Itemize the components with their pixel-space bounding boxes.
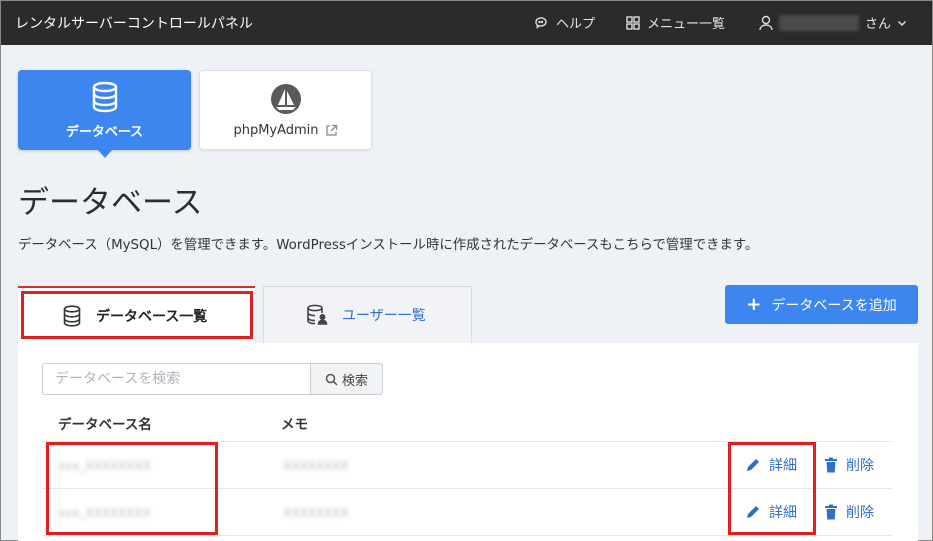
delete-label: 削除 bbox=[846, 505, 874, 521]
row-divider bbox=[42, 488, 892, 489]
database-list-panel: 検索 データベース名 メモ xxx_XXXXXXXX XXXXXXXX 詳細 削… bbox=[18, 343, 918, 541]
database-user-icon bbox=[306, 304, 328, 326]
plus-icon: + bbox=[746, 293, 762, 315]
table-row-1-memo: XXXXXXXX bbox=[283, 459, 349, 473]
page-title: データベース bbox=[18, 185, 203, 221]
help-link[interactable]: ヘルプ bbox=[534, 13, 595, 32]
detail-button[interactable]: 詳細 bbox=[745, 455, 797, 475]
phpmyadmin-text: phpMyAdmin bbox=[233, 122, 319, 138]
app-card-phpmyadmin-label: phpMyAdmin bbox=[233, 123, 337, 138]
pencil-icon bbox=[745, 504, 761, 520]
search-button-label: 検索 bbox=[341, 373, 368, 389]
row-divider bbox=[42, 535, 892, 536]
external-link-icon bbox=[325, 124, 338, 137]
tab-user-list-label: ユーザー一覧 bbox=[342, 308, 426, 324]
add-database-label: データベースを追加 bbox=[771, 297, 897, 314]
detail-label: 詳細 bbox=[769, 458, 797, 474]
table-row-2-name: xxx_XXXXXXXX bbox=[58, 506, 152, 520]
app-card-database-label: データベース bbox=[65, 124, 144, 140]
menu-list-link[interactable]: メニュー一覧 bbox=[625, 13, 725, 32]
app-title: レンタルサーバーコントロールパネル bbox=[15, 16, 253, 32]
delete-button[interactable]: 削除 bbox=[824, 502, 874, 522]
pencil-icon bbox=[745, 457, 761, 473]
delete-button[interactable]: 削除 bbox=[824, 455, 874, 475]
row-divider bbox=[42, 441, 892, 442]
database-icon bbox=[90, 81, 120, 113]
user-menu[interactable]: さん bbox=[759, 13, 907, 32]
grid-icon bbox=[625, 15, 641, 31]
chevron-down-icon bbox=[897, 18, 907, 28]
page-description: データベース（MySQL）を管理できます。WordPressインストール時に作成… bbox=[18, 238, 759, 253]
menu-label: メニュー一覧 bbox=[647, 17, 726, 32]
search-input[interactable] bbox=[42, 363, 310, 395]
table-row-2-memo: XXXXXXXX bbox=[283, 506, 349, 520]
detail-label: 詳細 bbox=[769, 505, 797, 521]
column-header-memo: メモ bbox=[281, 417, 308, 433]
tab-user-list[interactable]: ユーザー一覧 bbox=[263, 286, 472, 343]
app-card-phpmyadmin[interactable]: phpMyAdmin bbox=[199, 70, 372, 150]
tab-database-list-label: データベース一覧 bbox=[96, 308, 208, 325]
trash-icon bbox=[824, 504, 838, 520]
detail-button[interactable]: 詳細 bbox=[745, 502, 797, 522]
help-label: ヘルプ bbox=[556, 17, 596, 32]
chat-help-icon bbox=[534, 15, 550, 31]
trash-icon bbox=[824, 457, 838, 473]
table-row-1-name: xxx_XXXXXXXX bbox=[58, 459, 152, 473]
top-bar: レンタルサーバーコントロールパネル ヘルプ メニュー一覧 さん bbox=[1, 1, 932, 45]
user-icon bbox=[759, 15, 773, 31]
app-card-database[interactable]: データベース bbox=[18, 70, 191, 158]
sailboat-icon bbox=[270, 83, 302, 115]
search-button[interactable]: 検索 bbox=[310, 363, 383, 395]
search-icon bbox=[325, 373, 338, 386]
column-header-name: データベース名 bbox=[58, 417, 152, 433]
user-suffix: さん bbox=[865, 17, 892, 32]
user-name-masked bbox=[779, 14, 859, 31]
tab-database-list[interactable]: データベース一覧 bbox=[18, 286, 255, 343]
database-icon bbox=[62, 304, 82, 327]
add-database-button[interactable]: + データベースを追加 bbox=[725, 285, 918, 324]
delete-label: 削除 bbox=[846, 458, 874, 474]
